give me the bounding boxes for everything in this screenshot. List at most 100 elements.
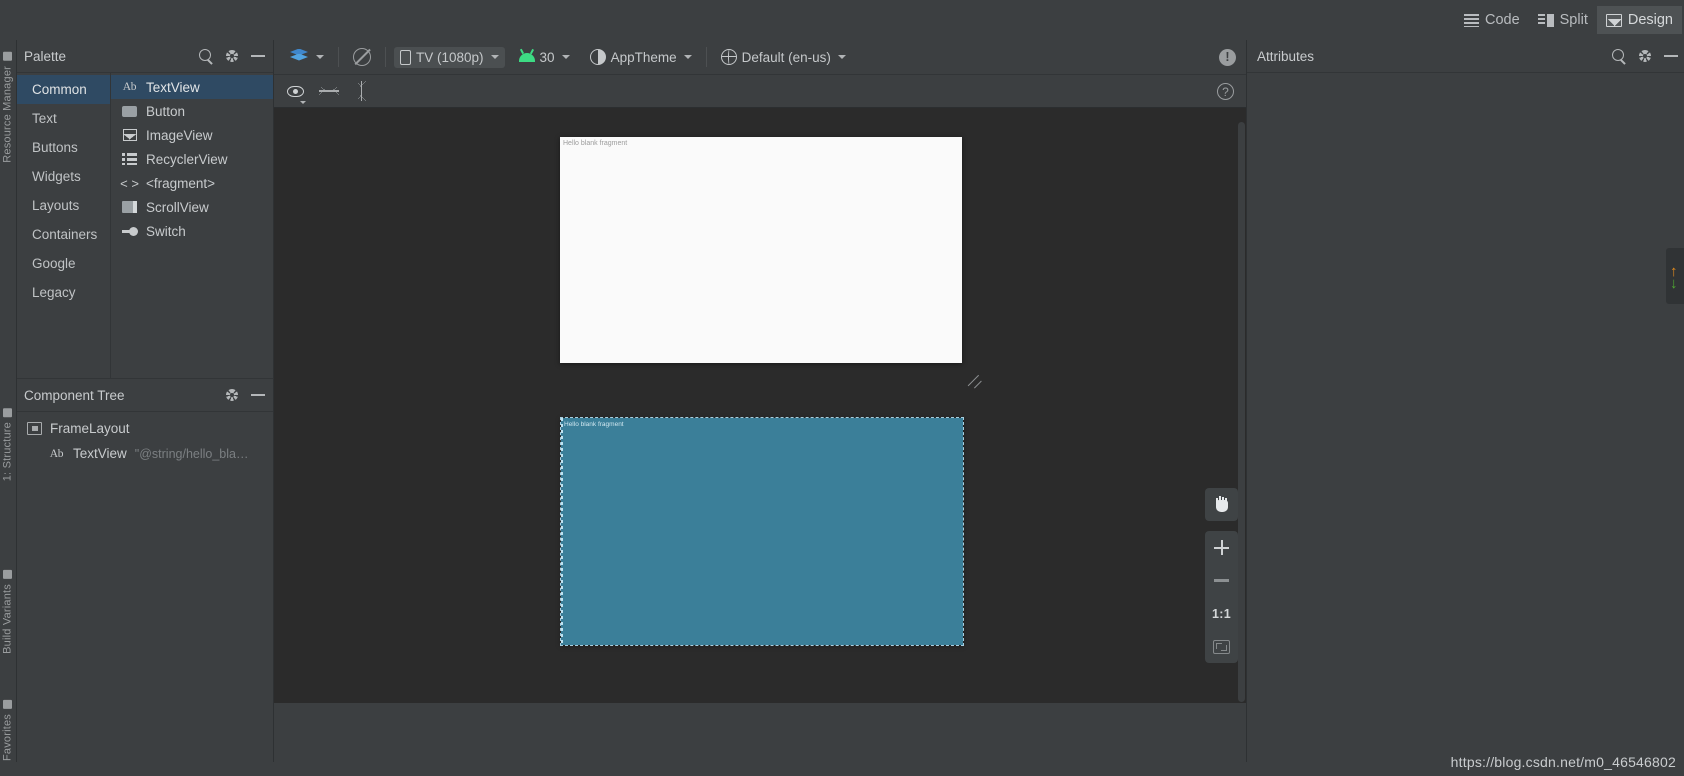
design-editor-toolbar: TV (1080p) 30 AppTheme Default (en-us) !	[274, 40, 1246, 75]
attributes-header-actions	[1612, 49, 1678, 63]
palette-category-google[interactable]: Google	[17, 249, 110, 278]
toolbar-divider	[705, 47, 707, 67]
palette-category-buttons[interactable]: Buttons	[17, 133, 110, 162]
design-view-icon	[1605, 13, 1622, 27]
palette-item-imageview[interactable]: ImageView	[111, 123, 273, 147]
minus-icon[interactable]	[251, 394, 265, 396]
palette-item-textview[interactable]: Ab TextView	[111, 75, 273, 99]
zoom-out-button[interactable]	[1205, 564, 1238, 597]
palette-category-text[interactable]: Text	[17, 104, 110, 133]
toolbar-divider	[338, 47, 339, 67]
minus-icon[interactable]	[1664, 55, 1678, 57]
palette-item-recyclerview[interactable]: RecyclerView	[111, 147, 273, 171]
arrow-vertical-icon	[357, 81, 366, 101]
zoom-controls: 1:1	[1205, 488, 1238, 673]
fit-to-screen-button[interactable]	[1205, 630, 1238, 663]
pan-tool-group	[1205, 488, 1238, 521]
locale-label: Default (en-us)	[741, 49, 831, 65]
chevron-down-icon	[490, 55, 499, 59]
category-label: Google	[32, 256, 76, 271]
image-icon	[121, 128, 138, 142]
attributes-panel: Attributes	[1246, 40, 1684, 776]
gear-icon[interactable]	[1638, 49, 1652, 63]
palette-category-common[interactable]: Common	[17, 75, 110, 104]
palette-item-label: RecyclerView	[146, 151, 228, 167]
canvas-vertical-scrollbar[interactable]	[1238, 122, 1245, 702]
warning-exclamation-icon[interactable]: !	[1219, 48, 1236, 66]
api-level-selector[interactable]: 30	[513, 47, 576, 68]
build-variants-label: Build Variants	[1, 584, 14, 654]
actual-size-button[interactable]: 1:1	[1205, 597, 1238, 630]
eye-icon	[287, 85, 304, 97]
search-icon[interactable]	[1612, 49, 1626, 63]
toolbar-divider	[385, 47, 386, 67]
plus-icon	[1214, 540, 1229, 555]
palette-item-button[interactable]: Button	[111, 99, 273, 123]
tab-design[interactable]: Design	[1596, 6, 1682, 34]
sidebar-item-build-variants[interactable]: Build Variants	[0, 570, 16, 654]
component-tree-header-actions	[225, 388, 265, 402]
blueprint-selection-edge	[561, 418, 563, 645]
palette-category-widgets[interactable]: Widgets	[17, 162, 110, 191]
ab-text-icon: Ab	[49, 447, 64, 460]
design-surface-mode-button[interactable]	[284, 46, 330, 69]
build-variants-icon	[3, 570, 12, 579]
tab-split-label: Split	[1559, 12, 1588, 28]
tree-node-value: "@string/hello_bla…	[134, 446, 249, 461]
tree-row[interactable]: Ab TextView "@string/hello_bla…	[17, 441, 273, 466]
android-studio-layout-editor: Code Split Design Resource Manager 1: St…	[0, 0, 1684, 776]
design-preview-device[interactable]: Hello blank fragment	[560, 137, 962, 363]
fit-to-screen-icon	[1213, 639, 1230, 654]
design-canvas[interactable]: Hello blank fragment Hello blank fragmen…	[274, 108, 1246, 703]
blueprint-preview-device[interactable]: Hello blank fragment	[560, 417, 964, 646]
structure-icon	[3, 408, 12, 417]
theme-selector[interactable]: AppTheme	[584, 46, 698, 68]
attributes-header: Attributes	[1247, 40, 1684, 73]
pan-tool-button[interactable]	[1205, 488, 1238, 521]
horizontal-constraint-button[interactable]	[312, 75, 345, 108]
sidebar-item-structure[interactable]: 1: Structure	[0, 408, 16, 481]
switch-icon	[121, 224, 138, 238]
device-label: TV (1080p)	[416, 49, 484, 65]
question-mark-icon[interactable]: ?	[1217, 83, 1234, 100]
palette-item-scrollview[interactable]: ScrollView	[111, 195, 273, 219]
tab-design-label: Design	[1627, 12, 1673, 28]
category-label: Layouts	[32, 198, 80, 213]
minus-icon	[1214, 579, 1229, 582]
view-options-button[interactable]	[279, 75, 312, 108]
palette-item-label: <fragment>	[146, 175, 216, 191]
gear-icon[interactable]	[225, 49, 239, 63]
vertical-constraint-button[interactable]	[345, 75, 378, 108]
tree-row[interactable]: FrameLayout	[17, 416, 273, 441]
palette-category-containers[interactable]: Containers	[17, 220, 110, 249]
gear-icon[interactable]	[225, 388, 239, 402]
blueprint-toggle-button[interactable]	[347, 45, 377, 69]
palette-category-legacy[interactable]: Legacy	[17, 278, 110, 307]
palette-item-fragment[interactable]: < > <fragment>	[111, 171, 273, 195]
palette-item-switch[interactable]: Switch	[111, 219, 273, 243]
zoom-in-button[interactable]	[1205, 531, 1238, 564]
inspection-navigation-indicator[interactable]	[1666, 248, 1684, 304]
hand-pan-icon	[1214, 496, 1230, 513]
component-tree-title: Component Tree	[24, 387, 125, 403]
sidebar-item-resource-manager[interactable]: Resource Manager	[0, 52, 16, 163]
split-view-icon	[1537, 13, 1554, 27]
category-label: Buttons	[32, 140, 78, 155]
search-icon[interactable]	[199, 49, 213, 63]
palette-item-label: TextView	[146, 79, 200, 95]
device-selector[interactable]: TV (1080p)	[394, 46, 505, 68]
phone-icon	[400, 49, 411, 65]
left-tool-strip: Resource Manager 1: Structure Build Vari…	[0, 40, 17, 776]
tab-code[interactable]: Code	[1455, 6, 1529, 34]
resize-handle[interactable]	[964, 370, 990, 390]
tree-node-label: TextView	[73, 446, 127, 461]
palette-category-layouts[interactable]: Layouts	[17, 191, 110, 220]
preview-textview-label: Hello blank fragment	[563, 140, 628, 147]
chevron-down-icon	[837, 55, 846, 59]
locale-selector[interactable]: Default (en-us)	[715, 46, 852, 68]
design-surface-toolbar: ?	[274, 75, 1246, 108]
category-label: Common	[32, 82, 87, 97]
tab-split[interactable]: Split	[1529, 6, 1597, 34]
minus-icon[interactable]	[251, 55, 265, 57]
blueprint-off-icon	[353, 48, 371, 66]
